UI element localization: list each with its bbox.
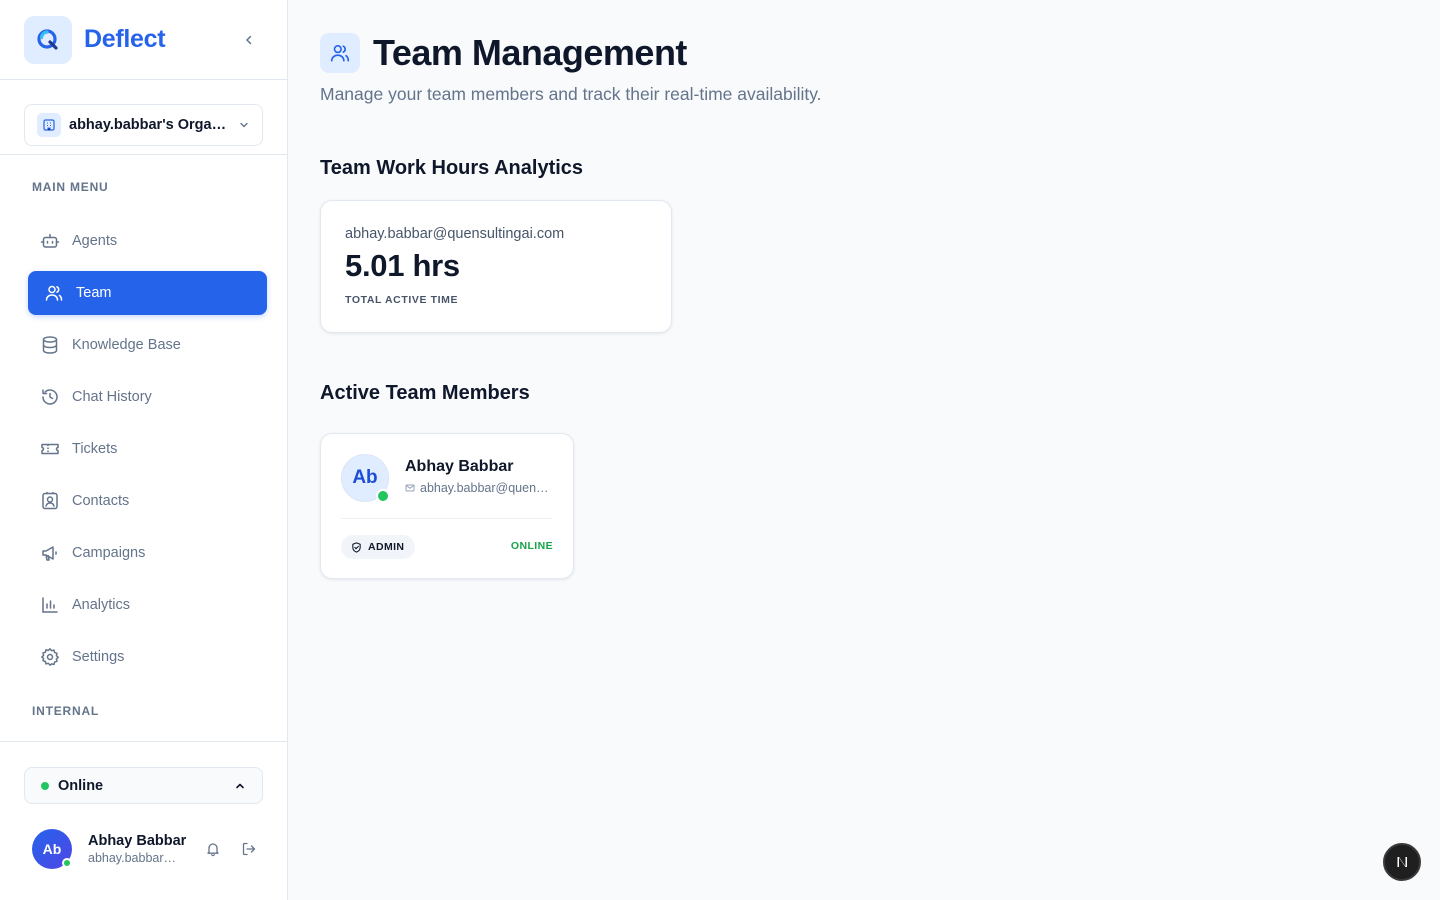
internal-label: INTERNAL <box>32 704 100 718</box>
shield-check-icon <box>352 541 361 553</box>
sidebar-item-contacts[interactable]: Contacts <box>28 479 267 523</box>
sidebar-item-label: Campaigns <box>72 545 146 561</box>
sidebar-item-label: Team <box>76 285 112 301</box>
contact-icon <box>40 491 60 511</box>
org-switcher[interactable]: abhay.babbar's Organization <box>24 104 263 146</box>
sidebar-item-campaigns[interactable]: Campaigns <box>28 531 267 575</box>
nextjs-devtools-button[interactable] <box>1383 843 1421 881</box>
work-hours-value: 5.01 hrs <box>345 248 460 283</box>
users-icon <box>320 33 360 73</box>
current-user: Ab Abhay Babbar abhay.babbar@quensulting… <box>32 829 262 869</box>
sidebar-item-settings[interactable]: Settings <box>28 635 267 679</box>
bar-chart-icon <box>40 595 60 615</box>
analytics-section-title: Team Work Hours Analytics <box>320 157 584 179</box>
members-section-title: Active Team Members <box>320 382 530 404</box>
work-hours-card: abhay.babbar@quensultingai.com 5.01 hrs … <box>320 200 672 333</box>
chevron-down-icon <box>238 119 250 131</box>
chevron-left-icon <box>246 35 252 45</box>
collapse-sidebar-button[interactable] <box>238 29 260 51</box>
sidebar-item-label: Tickets <box>72 441 118 457</box>
work-hours-email: abhay.babbar@quensultingai.com <box>345 226 565 242</box>
sidebar-footer: Online Ab Abhay Babbar abhay.babbar@quen… <box>0 741 288 900</box>
work-hours-label: TOTAL ACTIVE TIME <box>345 294 459 306</box>
n-logo-icon <box>1397 857 1407 867</box>
sidebar-item-chat-history[interactable]: Chat History <box>28 375 267 419</box>
sidebar-item-label: Contacts <box>72 493 130 509</box>
user-name: Abhay Babbar <box>88 833 187 849</box>
online-status-dot <box>41 781 49 790</box>
database-icon <box>40 335 60 355</box>
sidebar-item-team[interactable]: Team <box>28 271 267 315</box>
member-card[interactable]: Ab Abhay Babbar abhay.babbar@quensulting… <box>320 433 574 579</box>
gear-icon <box>40 647 60 667</box>
divider <box>341 518 553 519</box>
online-status-dot <box>62 858 72 868</box>
online-status-dot <box>376 489 390 503</box>
brand-header: Deflect <box>0 0 287 80</box>
sidebar-item-label: Analytics <box>72 597 131 613</box>
org-name: abhay.babbar's Organization <box>69 117 227 133</box>
avatar[interactable]: Ab <box>32 829 72 869</box>
user-meta: Abhay Babbar abhay.babbar@quensultingai.… <box>88 833 187 865</box>
avatar-initials: Ab <box>42 841 62 857</box>
megaphone-icon <box>40 543 60 563</box>
brand-name: Deflect <box>84 25 166 53</box>
sidebar-item-tickets[interactable]: Tickets <box>28 427 267 471</box>
page-subtitle: Manage your team members and track their… <box>320 84 822 104</box>
bot-icon <box>40 231 60 251</box>
sidebar-item-knowledge-base[interactable]: Knowledge Base <box>28 323 267 367</box>
user-email: abhay.babbar@quensultingai.com <box>88 851 184 865</box>
avatar-initials: Ab <box>352 467 378 488</box>
users-icon <box>44 283 64 303</box>
member-email-row: abhay.babbar@quensultingai.com <box>405 481 555 495</box>
role-label: ADMIN <box>368 541 405 553</box>
mail-icon <box>405 484 415 492</box>
bell-icon <box>207 843 219 857</box>
avatar: Ab <box>341 454 390 503</box>
brand-logo[interactable] <box>24 15 72 64</box>
deflect-logo-icon <box>37 28 58 50</box>
history-icon <box>40 387 60 407</box>
page-header: Team Management <box>320 32 687 74</box>
notifications-button[interactable] <box>200 836 226 862</box>
status-label: Online <box>58 777 104 794</box>
page-title: Team Management <box>373 32 687 73</box>
availability-status-select[interactable]: Online <box>24 767 263 804</box>
sidebar-item-analytics[interactable]: Analytics <box>28 583 267 627</box>
status-badge: ONLINE <box>510 540 553 552</box>
building-icon <box>37 113 61 137</box>
sidebar-item-agents[interactable]: Agents <box>28 219 267 263</box>
logout-icon <box>242 842 256 856</box>
sidebar-item-label: Knowledge Base <box>72 337 181 353</box>
member-name: Abhay Babbar <box>405 458 514 475</box>
main-nav: Agents Team Knowledge Base Chat History … <box>28 219 267 687</box>
role-badge: ADMIN <box>341 535 416 559</box>
ticket-icon <box>40 439 60 459</box>
member-email: abhay.babbar@quensultingai.com <box>420 481 550 495</box>
sidebar-item-label: Settings <box>72 649 125 665</box>
main-menu-label: MAIN MENU <box>32 180 109 194</box>
org-switcher-section: abhay.babbar's Organization <box>0 80 287 155</box>
sidebar-item-label: Chat History <box>72 389 152 405</box>
chevron-up-icon <box>234 780 246 792</box>
logout-button[interactable] <box>236 836 262 862</box>
sidebar: Deflect abhay.babbar's Organization MAIN… <box>0 0 288 900</box>
sidebar-item-label: Agents <box>72 233 118 249</box>
